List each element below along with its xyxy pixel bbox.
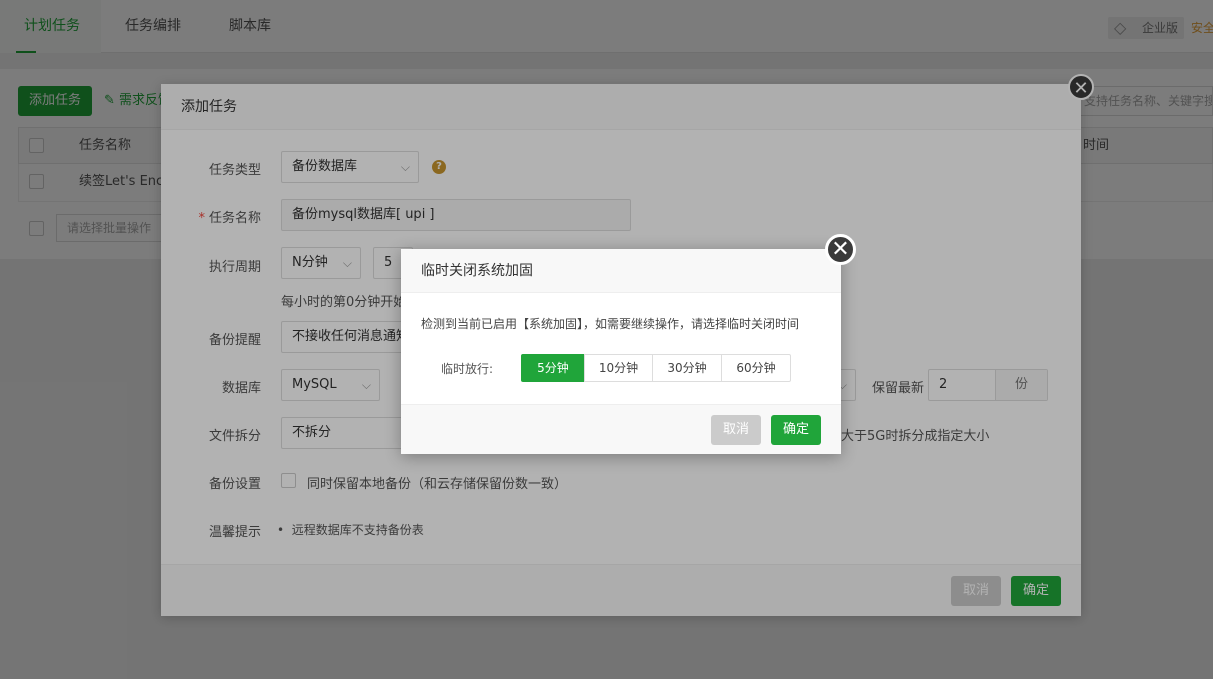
option-30min[interactable]: 30分钟 [652, 354, 722, 382]
option-60min[interactable]: 60分钟 [721, 354, 791, 382]
modal-footer: 取消 确定 [401, 404, 841, 454]
modal-close-icon[interactable]: ✕ [825, 234, 856, 265]
modal-cancel-button[interactable]: 取消 [711, 415, 761, 445]
option-10min[interactable]: 10分钟 [584, 354, 653, 382]
option-5min[interactable]: 5分钟 [521, 354, 585, 382]
hardening-modal: 临时关闭系统加固 检测到当前已启用【系统加固】，如需要继续操作，请选择临时关闭时… [401, 249, 841, 454]
modal-title: 临时关闭系统加固 [401, 249, 841, 293]
modal-confirm-button[interactable]: 确定 [771, 415, 821, 445]
modal-message: 检测到当前已启用【系统加固】，如需要继续操作，请选择临时关闭时间 [421, 317, 800, 331]
release-label: 临时放行: [441, 362, 494, 376]
